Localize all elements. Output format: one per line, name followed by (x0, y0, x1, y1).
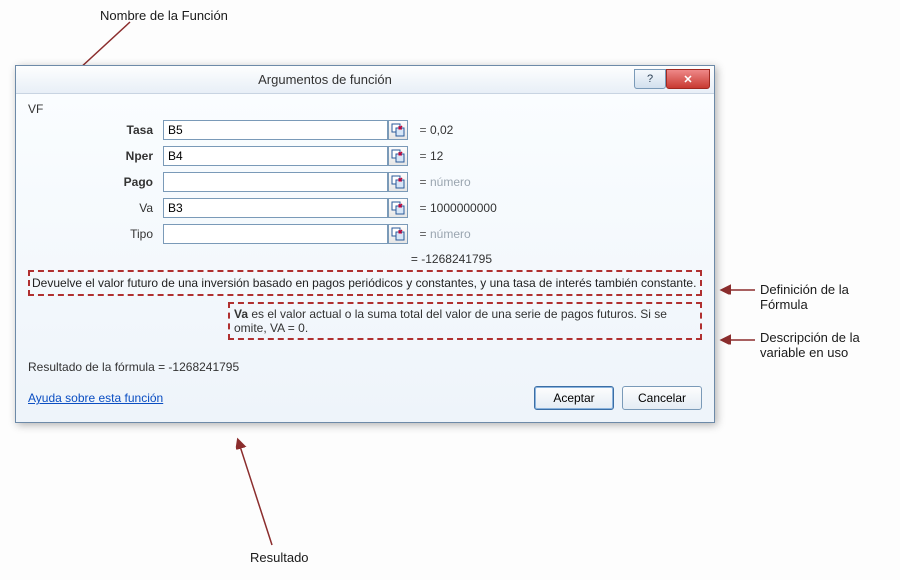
range-select-icon (391, 175, 405, 189)
arg-input-va[interactable] (163, 198, 388, 218)
arg-result-pago: número (430, 175, 702, 189)
arg-label-nper: Nper (28, 149, 163, 163)
function-name: VF (28, 102, 702, 116)
formula-description: Devuelve el valor futuro de una inversió… (28, 270, 702, 296)
arg-input-tipo[interactable] (163, 224, 388, 244)
arg-result-tipo: número (430, 227, 702, 241)
arg-label-va: Va (28, 201, 163, 215)
range-select-icon (391, 201, 405, 215)
formula-result: Resultado de la fórmula = -1268241795 (28, 360, 702, 374)
collapse-dialog-button[interactable] (388, 224, 408, 244)
collapse-dialog-button[interactable] (388, 172, 408, 192)
dialog-body: VF Tasa=0,02Nper=12Pago=númeroVa=1000000… (16, 94, 714, 422)
range-select-icon (391, 123, 405, 137)
range-select-icon (391, 149, 405, 163)
collapse-dialog-button[interactable] (388, 120, 408, 140)
equals-sign: = (416, 123, 430, 137)
arg-input-pago[interactable] (163, 172, 388, 192)
dialog-footer: Ayuda sobre esta función Aceptar Cancela… (28, 386, 702, 410)
collapse-dialog-button[interactable] (388, 146, 408, 166)
arg-result-nper: 12 (430, 149, 702, 163)
cancel-button[interactable]: Cancelar (622, 386, 702, 410)
arg-label-tasa: Tasa (28, 123, 163, 137)
argument-description-text: es el valor actual o la suma total del v… (234, 307, 667, 335)
help-icon: ? (647, 73, 653, 85)
close-button[interactable]: ✕ (666, 69, 710, 89)
equals-sign: = (416, 227, 430, 241)
titlebar: Argumentos de función ? ✕ (16, 66, 714, 94)
argument-description-name: Va (234, 307, 248, 321)
formula-preview: = -1268241795 (28, 252, 702, 266)
help-link[interactable]: Ayuda sobre esta función (28, 391, 163, 405)
dialog-title: Argumentos de función (16, 72, 634, 87)
collapse-dialog-button[interactable] (388, 198, 408, 218)
equals-sign: = (416, 149, 430, 163)
help-button[interactable]: ? (634, 69, 666, 89)
arg-result-tasa: 0,02 (430, 123, 702, 137)
argument-description: Va es el valor actual o la suma total de… (228, 302, 702, 340)
range-select-icon (391, 227, 405, 241)
arg-input-tasa[interactable] (163, 120, 388, 140)
close-icon: ✕ (683, 73, 692, 86)
arg-result-va: 1000000000 (430, 201, 702, 215)
arg-label-pago: Pago (28, 175, 163, 189)
arg-input-nper[interactable] (163, 146, 388, 166)
equals-sign: = (416, 201, 430, 215)
arguments-grid: Tasa=0,02Nper=12Pago=númeroVa=1000000000… (28, 120, 702, 244)
arg-label-tipo: Tipo (28, 227, 163, 241)
ok-button[interactable]: Aceptar (534, 386, 614, 410)
equals-sign: = (416, 175, 430, 189)
function-arguments-dialog: Argumentos de función ? ✕ VF Tasa=0,02Np… (15, 65, 715, 423)
